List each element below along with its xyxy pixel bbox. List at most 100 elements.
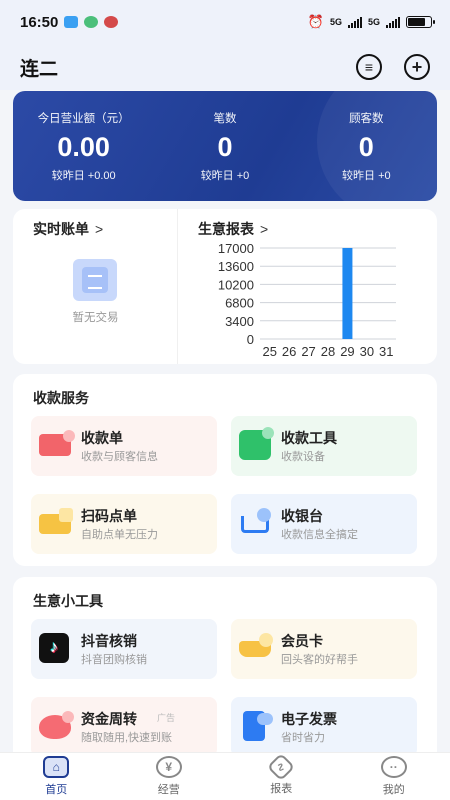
tab-label: 首页 bbox=[45, 784, 68, 796]
payment-tools-tile[interactable]: 收款工具 收款设备 bbox=[231, 416, 417, 476]
tile-subtitle: 抖音团购核销 bbox=[81, 654, 147, 666]
chart-x-tick-label: 27 bbox=[301, 344, 315, 359]
empty-state-text: 暂无交易 bbox=[72, 312, 119, 324]
stat-value: 0.00 bbox=[57, 131, 110, 162]
tab-business[interactable]: ¥ 经营 bbox=[113, 753, 226, 800]
profile-icon: ·· bbox=[380, 756, 407, 778]
tile-subtitle: 收款信息全搞定 bbox=[281, 529, 358, 541]
tab-label: 我的 bbox=[382, 784, 405, 796]
stat-change: 较昨日 +0 bbox=[342, 169, 391, 182]
realtime-bills-title: 实时账单 bbox=[33, 221, 89, 237]
chart-y-tick-label: 3400 bbox=[225, 314, 254, 329]
stat-revenue: 今日营业额（元） 0.00 较昨日 +0.00 bbox=[13, 91, 154, 201]
chart-x-tick-label: 29 bbox=[340, 344, 354, 359]
battery-icon bbox=[406, 16, 435, 28]
fund-turnover-tile[interactable]: 资金周转 广告 随取随用,快速到账 bbox=[31, 697, 217, 757]
chart-y-tick-label: 10200 bbox=[218, 277, 254, 292]
message-notification-icon bbox=[64, 16, 79, 28]
home-icon: ⌂ bbox=[43, 756, 70, 778]
chart-x-tick-label: 25 bbox=[262, 344, 276, 359]
chart-x-tick-label: 26 bbox=[282, 344, 296, 359]
ad-tag: 广告 bbox=[157, 713, 176, 723]
douyin-verify-tile[interactable]: ♪ 抖音核销 抖音团购核销 bbox=[31, 619, 217, 679]
stat-value: 0 bbox=[358, 131, 374, 162]
signal-icon bbox=[347, 16, 362, 28]
bottom-tab-bar: ⌂ 首页 ¥ 经营 ∿ 报表 ·· 我的 bbox=[0, 752, 450, 800]
realtime-bills-link[interactable]: 实时账单 > bbox=[33, 219, 103, 239]
stat-change: 较昨日 +0.00 bbox=[51, 169, 116, 182]
tile-title: 收银台 bbox=[281, 508, 323, 524]
receipt-icon bbox=[39, 430, 75, 456]
tile-title: 扫码点单 bbox=[81, 508, 137, 524]
report-bar-chart: 0 3400 6800 10200 13600 17000 25 26 27 28 29 30 31 bbox=[218, 241, 396, 359]
stat-label: 顾客数 bbox=[349, 112, 384, 125]
business-report-panel[interactable]: 生意报表 > 0 3400 6800 10200 13600 17000 25 26 27 28 29… bbox=[178, 209, 437, 364]
stat-value: 0 bbox=[217, 131, 233, 162]
douyin-glyph: ♪ bbox=[50, 639, 58, 656]
status-time: 16:50 bbox=[20, 13, 59, 31]
network-label-2: 5G bbox=[367, 17, 380, 27]
header: 连二 ≡ + bbox=[0, 44, 450, 90]
alarm-icon: ⏰ bbox=[307, 14, 324, 29]
tile-subtitle: 收款与顾客信息 bbox=[81, 451, 158, 463]
tile-title: 电子发票 bbox=[281, 711, 337, 727]
chart-y-tick-label: 17000 bbox=[218, 241, 254, 256]
message-icon: ≡ bbox=[364, 59, 374, 75]
tab-label: 经营 bbox=[157, 784, 180, 796]
chart-y-tick-label: 13600 bbox=[218, 259, 254, 274]
empty-list-icon bbox=[73, 259, 117, 301]
tile-title: 收款工具 bbox=[281, 430, 337, 446]
tile-title: 收款单 bbox=[81, 430, 123, 446]
cashier-icon bbox=[239, 508, 271, 538]
member-card-icon bbox=[239, 633, 273, 657]
app-notification-icon bbox=[84, 16, 99, 28]
scan-order-tile[interactable]: 扫码点单 自助点单无压力 bbox=[31, 494, 217, 554]
tab-home[interactable]: ⌂ 首页 bbox=[0, 753, 113, 800]
signal-icon-2 bbox=[386, 16, 400, 28]
chevron-right-icon: > bbox=[95, 221, 104, 237]
section-title: 生意小工具 bbox=[33, 593, 103, 609]
tile-title: 会员卡 bbox=[281, 633, 323, 649]
device-icon bbox=[239, 427, 274, 460]
e-invoice-tile[interactable]: 电子发票 省时省力 bbox=[231, 697, 417, 757]
summary-card[interactable]: 今日营业额（元） 0.00 较昨日 +0.00 笔数 0 较昨日 +0 顾客数 … bbox=[13, 91, 437, 201]
stat-label: 今日营业额（元） bbox=[37, 112, 130, 125]
business-tools-card: 生意小工具 ♪ 抖音核销 抖音团购核销 会员卡 回头客的好帮手 资金周转 广告 … bbox=[13, 577, 437, 767]
network-label-1: 5G bbox=[329, 17, 342, 27]
chart-y-tick-label: 0 bbox=[247, 332, 254, 347]
member-card-tile[interactable]: 会员卡 回头客的好帮手 bbox=[231, 619, 417, 679]
yuan-icon: ¥ bbox=[155, 756, 182, 778]
section-title: 收款服务 bbox=[33, 390, 89, 406]
money-icon bbox=[39, 711, 74, 739]
tile-subtitle: 自助点单无压力 bbox=[81, 529, 158, 541]
tile-subtitle: 省时省力 bbox=[281, 732, 325, 744]
chart-x-tick-label: 28 bbox=[321, 344, 335, 359]
stat-change: 较昨日 +0 bbox=[200, 169, 250, 182]
network-notification-icon bbox=[104, 16, 119, 28]
tile-subtitle: 随取随用,快速到账 bbox=[81, 732, 173, 744]
chart-x-tick-label: 30 bbox=[360, 344, 374, 359]
tab-reports[interactable]: ∿ 报表 bbox=[225, 752, 338, 800]
payment-services-card: 收款服务 收款单 收款与顾客信息 收款工具 收款设备 扫码点单 自助点单无压力 … bbox=[13, 374, 437, 566]
message-button[interactable]: ≡ bbox=[356, 54, 382, 80]
tab-label: 报表 bbox=[270, 783, 293, 795]
status-bar: 16:50 ⏰ 5G 5G bbox=[0, 0, 450, 44]
tile-subtitle: 收款设备 bbox=[281, 451, 325, 463]
invoice-icon bbox=[243, 711, 273, 741]
tile-title: 资金周转 bbox=[81, 711, 137, 727]
plus-icon: + bbox=[411, 57, 423, 77]
overview-card: 实时账单 > 暂无交易 生意报表 > 0 3400 6800 10200 13600 1700… bbox=[13, 209, 437, 364]
tile-subtitle: 回头客的好帮手 bbox=[281, 654, 358, 666]
scan-order-icon bbox=[39, 508, 73, 534]
receipt-tile[interactable]: 收款单 收款与顾客信息 bbox=[31, 416, 217, 476]
stat-transactions: 笔数 0 较昨日 +0 bbox=[154, 91, 295, 201]
stat-label: 笔数 bbox=[213, 112, 237, 125]
tab-profile[interactable]: ·· 我的 bbox=[338, 753, 450, 800]
tile-title: 抖音核销 bbox=[81, 633, 137, 649]
add-button[interactable]: + bbox=[404, 54, 430, 80]
douyin-icon: ♪ bbox=[39, 633, 69, 663]
chart-icon: ∿ bbox=[267, 752, 296, 782]
cashier-tile[interactable]: 收银台 收款信息全搞定 bbox=[231, 494, 417, 554]
page-title: 连二 bbox=[20, 58, 59, 80]
realtime-bills-panel[interactable]: 实时账单 > 暂无交易 bbox=[13, 209, 178, 364]
